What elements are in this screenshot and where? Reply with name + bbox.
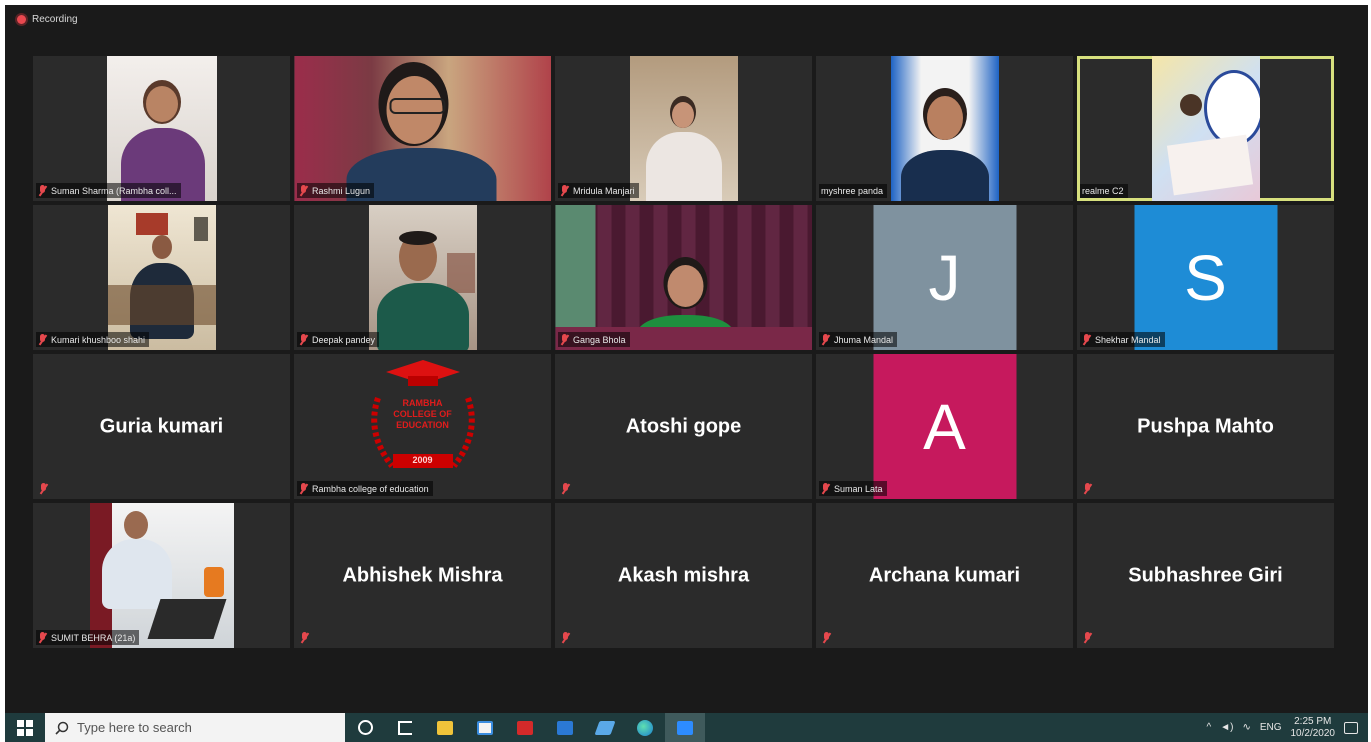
mic-muted-icon	[1082, 334, 1091, 345]
participant-tile[interactable]: Subhashree Giri	[1077, 503, 1334, 648]
participant-video	[107, 205, 216, 350]
mic-muted-icon	[39, 483, 48, 494]
participant-name-label: Jhuma Mandal	[819, 332, 898, 347]
record-dot-icon	[17, 15, 26, 24]
participant-tile[interactable]: Pushpa Mahto	[1077, 354, 1334, 499]
participant-name-label: myshree panda	[819, 184, 888, 198]
participant-avatar: A	[873, 354, 1016, 499]
clock-time: 2:25 PM	[1294, 715, 1332, 727]
participant-name-label: Kumari khushboo shahi	[36, 332, 150, 347]
search-placeholder: Type here to search	[77, 720, 192, 735]
participant-name-display: Archana kumari	[868, 564, 1021, 586]
windows-start-icon[interactable]	[5, 713, 45, 742]
college-logo: RAMBHA COLLEGE OF EDUCATION 2009	[348, 358, 498, 481]
participant-tile[interactable]: myshree panda	[816, 56, 1073, 201]
participant-video	[368, 205, 477, 350]
mic-muted-icon	[38, 334, 47, 345]
participant-tile[interactable]: Akash mishra	[555, 503, 812, 648]
participant-video	[1151, 56, 1260, 201]
recording-label: Recording	[32, 14, 78, 25]
participant-tile[interactable]: Atoshi gope	[555, 354, 812, 499]
mail-icon[interactable]	[545, 713, 585, 742]
mic-muted-icon	[299, 185, 308, 196]
mic-muted-icon	[299, 334, 308, 345]
participant-video	[294, 56, 551, 201]
clock-date: 10/2/2020	[1290, 727, 1336, 739]
participant-tile[interactable]: SUMIT BEHRA (21a)	[33, 503, 290, 648]
windows-taskbar: Type here to search ^ ◄) ∿ ENG 2:25 PM 1…	[5, 713, 1368, 742]
participant-name-label: Rashmi Lugun	[297, 183, 375, 198]
participant-tile[interactable]: Abhishek Mishra	[294, 503, 551, 648]
mic-muted-icon	[561, 483, 570, 494]
participant-name-label: realme C2	[1080, 184, 1128, 198]
clock[interactable]: 2:25 PM 10/2/2020	[1291, 716, 1336, 740]
participant-tile[interactable]: Archana kumari	[816, 503, 1073, 648]
participant-tile[interactable]: Deepak pandey	[294, 205, 551, 350]
mic-muted-icon	[822, 632, 831, 643]
mic-muted-icon	[1083, 632, 1092, 643]
participant-name-label: Ganga Bhola	[558, 332, 630, 347]
participant-tile-active-speaker[interactable]: realme C2	[1077, 56, 1334, 201]
participant-name-display: Pushpa Mahto	[1137, 415, 1274, 437]
participant-tile[interactable]: RAMBHA COLLEGE OF EDUCATION 2009 Rambha …	[294, 354, 551, 499]
participant-name-label: Rambha college of education	[297, 481, 433, 496]
participant-tile[interactable]: Guria kumari	[33, 354, 290, 499]
participant-name-label: Mridula Manjari	[558, 183, 639, 198]
participant-tile[interactable]: Suman Sharma (Rambha coll...	[33, 56, 290, 201]
participant-tile[interactable]: S Shekhar Mandal	[1077, 205, 1334, 350]
mic-muted-icon	[1083, 483, 1092, 494]
participant-name-label: Deepak pandey	[297, 332, 380, 347]
chevron-up-icon[interactable]: ^	[1207, 722, 1212, 733]
zoom-app-icon[interactable]	[665, 713, 705, 742]
participant-video	[89, 503, 234, 648]
participant-name-display: Akash mishra	[617, 564, 750, 586]
file-explorer-icon[interactable]	[425, 713, 465, 742]
mic-muted-icon	[299, 483, 308, 494]
mic-muted-icon	[560, 185, 569, 196]
recording-indicator[interactable]: Recording	[17, 14, 78, 25]
participant-grid: Suman Sharma (Rambha coll... Rashmi Lugu…	[33, 56, 1334, 648]
participant-name-display: Guria kumari	[99, 415, 224, 437]
pen-app-icon[interactable]	[585, 713, 625, 742]
search-icon	[55, 721, 69, 735]
taskbar-search-box[interactable]: Type here to search	[45, 713, 345, 742]
participant-avatar: S	[1134, 205, 1277, 350]
gift-app-icon[interactable]	[505, 713, 545, 742]
participant-tile[interactable]: Rashmi Lugun	[294, 56, 551, 201]
participant-name-label: Suman Lata	[819, 481, 887, 496]
notification-icon[interactable]	[1344, 721, 1358, 734]
participant-video	[629, 56, 738, 201]
participant-video	[890, 56, 999, 201]
mic-muted-icon	[300, 632, 309, 643]
edge-browser-icon[interactable]	[625, 713, 665, 742]
mic-muted-icon	[38, 632, 47, 643]
participant-video	[106, 56, 217, 201]
participant-name-display: Subhashree Giri	[1128, 564, 1283, 586]
cortana-icon[interactable]	[345, 713, 385, 742]
participant-name-label: SUMIT BEHRA (21a)	[36, 630, 140, 645]
network-icon[interactable]: ∿	[1242, 722, 1250, 733]
mic-muted-icon	[821, 334, 830, 345]
mic-muted-icon	[561, 632, 570, 643]
system-tray: ^ ◄) ∿ ENG 2:25 PM 10/2/2020	[1207, 716, 1369, 740]
participant-tile[interactable]: Ganga Bhola	[555, 205, 812, 350]
participant-name-display: Atoshi gope	[625, 415, 742, 437]
participant-tile[interactable]: J Jhuma Mandal	[816, 205, 1073, 350]
participant-avatar: J	[873, 205, 1016, 350]
mic-muted-icon	[821, 483, 830, 494]
task-view-icon[interactable]	[385, 713, 425, 742]
store-icon[interactable]	[465, 713, 505, 742]
volume-icon[interactable]: ◄)	[1220, 722, 1233, 733]
participant-name-label: Suman Sharma (Rambha coll...	[36, 183, 181, 198]
participant-tile[interactable]: Mridula Manjari	[555, 56, 812, 201]
language-indicator[interactable]: ENG	[1260, 722, 1282, 733]
mic-muted-icon	[38, 185, 47, 196]
participant-name-label: Shekhar Mandal	[1080, 332, 1165, 347]
participant-video	[555, 205, 812, 350]
participant-tile[interactable]: Kumari khushboo shahi	[33, 205, 290, 350]
participant-name-display: Abhishek Mishra	[342, 564, 503, 586]
mic-muted-icon	[560, 334, 569, 345]
participant-tile[interactable]: A Suman Lata	[816, 354, 1073, 499]
